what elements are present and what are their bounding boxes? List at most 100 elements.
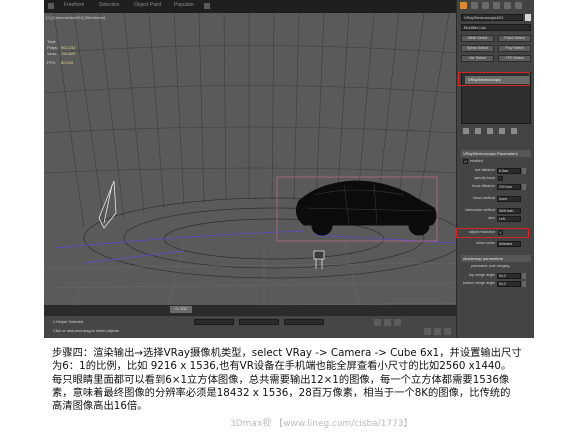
ribbon-bar: Freeform Selection Object Paint Populate [44, 0, 456, 13]
pin-stack-icon[interactable] [463, 128, 469, 134]
poly-select-button[interactable]: Poly Select [498, 45, 531, 52]
param-label: focus distance [472, 184, 495, 188]
param-label: eye distance [474, 168, 495, 172]
rollout-vraystereoscopic-parameters[interactable]: VRayStereoscopic Parameters [461, 150, 531, 157]
status-bar: 1 Helper Selected Click or click-and-dra… [44, 315, 456, 338]
spinner-arrows-icon[interactable] [522, 272, 526, 279]
view-dropdown[interactable]: Left [497, 215, 521, 222]
param-label: bottom merge angle [463, 281, 495, 285]
time-slider[interactable]: 0 / 100 [170, 306, 192, 313]
caption-line: 为6：1的比例，比如 9216 x 1536,也有VR设备在手机端也能全屏查看小… [52, 360, 512, 373]
zoom-icon[interactable] [424, 328, 431, 335]
caption-line: 步骤四：渲染输出→选择VRay摄像机类型，select VRay -> Came… [52, 347, 522, 359]
param-label: enabled [470, 159, 483, 163]
utilities-tab-icon[interactable] [515, 2, 522, 9]
max-screenshot: Freeform Selection Object Paint Populate [44, 0, 534, 338]
param-eye-distance: eye distance 6.5cm [461, 167, 531, 174]
coord-y-field[interactable] [239, 319, 279, 325]
group-panoramic-pole-merging: panoramic pole merging [461, 263, 531, 270]
selection-status: 1 Helper Selected [53, 320, 84, 324]
stat-label: FPS: [47, 60, 56, 65]
ribbon-options-icon[interactable] [204, 3, 210, 9]
remove-modifier-icon[interactable] [499, 128, 505, 134]
show-cones-dropdown[interactable]: Selected [497, 240, 521, 247]
mesh-select-button[interactable]: Mesh Select [461, 35, 494, 42]
wireframe-scene [44, 13, 456, 322]
highlight-adjust-resolution [456, 228, 529, 238]
orbit-icon[interactable] [444, 328, 451, 335]
param-label: interocular method [465, 208, 495, 212]
param-label: top merge angle [469, 273, 495, 277]
specify-focus-checkbox[interactable] [498, 176, 503, 181]
top-merge-angle-spinner[interactable]: 60.0 [497, 272, 521, 279]
modify-tab-icon[interactable] [471, 2, 478, 9]
configure-sets-icon[interactable] [511, 128, 517, 134]
caption-line: 每只眼睛里面都可以看到6×1立方体图像，总共需要输出12×1的图像，每一个立方体… [52, 373, 510, 386]
app-icon[interactable] [48, 3, 54, 9]
modifier-list-dropdown[interactable]: Modifier List [461, 24, 531, 31]
stat-value: 60.049 [61, 60, 74, 65]
viewport-statistics: Total Polys: 963,232 Verts: 759,822 FPS: 60… [47, 39, 75, 66]
command-panel-tabs [460, 2, 532, 10]
param-label: show cones [476, 241, 495, 245]
spinner-arrows-icon[interactable] [522, 183, 526, 190]
play-button[interactable] [384, 319, 391, 326]
coord-x-field[interactable] [194, 319, 234, 325]
spinner-arrows-icon[interactable] [522, 167, 526, 174]
ribbon-tab-freeform[interactable]: Freeform [64, 2, 84, 8]
stat-label: Verts: [47, 51, 58, 56]
motion-tab-icon[interactable] [493, 2, 500, 9]
key-mode-button[interactable] [374, 319, 381, 326]
watermark: 3Dmax视 【www.lineg.com/cisba/1773】 [230, 419, 413, 429]
param-specify-focus: specify focus [461, 175, 531, 182]
param-enabled: ✓ enabled [461, 158, 531, 165]
show-end-result-icon[interactable] [475, 128, 481, 134]
ribbon-tab-object-paint[interactable]: Object Paint [134, 2, 161, 8]
vol-select-button[interactable]: Vol. Select [461, 55, 494, 62]
display-tab-icon[interactable] [504, 2, 511, 9]
ffd-select-button[interactable]: FFD Select [498, 55, 531, 62]
spline-select-button[interactable]: Spline Select [461, 45, 494, 52]
caption-line: 高清图像高出16倍。 [52, 400, 148, 413]
param-show-cones: show cones Selected [461, 240, 531, 247]
patch-select-button[interactable]: Patch Select [498, 35, 531, 42]
object-name-field[interactable]: VRayStereoscopic001 [461, 14, 523, 21]
camera-viewport[interactable]: [+] [CameraView001] [Wireframe] Total Po… [44, 13, 456, 322]
hierarchy-tab-icon[interactable] [482, 2, 489, 9]
coord-z-field[interactable] [284, 319, 324, 325]
pan-icon[interactable] [434, 328, 441, 335]
focus-method-dropdown[interactable]: None [497, 195, 521, 202]
tutorial-caption: 步骤四：渲染输出→选择VRay摄像机类型，select VRay -> Came… [52, 347, 566, 413]
make-unique-icon[interactable] [487, 128, 493, 134]
param-label: focus method [473, 196, 495, 200]
param-focus-distance: focus distance 200.0cm [461, 183, 531, 190]
ribbon-tab-selection[interactable]: Selection [99, 2, 120, 8]
stat-value: 759,822 [61, 51, 76, 56]
group-title: panoramic pole merging [471, 264, 510, 268]
command-panel: VRayStereoscopic001 Modifier List Mesh S… [456, 0, 534, 338]
param-top-merge-angle: top merge angle 60.0 [461, 272, 531, 279]
param-interocular-method: interocular method Shift both [461, 207, 531, 214]
focus-distance-spinner[interactable]: 200.0cm [497, 183, 521, 190]
highlight-stack-item [458, 72, 530, 86]
next-frame-button[interactable] [394, 319, 401, 326]
param-view: view Left [461, 215, 531, 222]
time-slider-track[interactable]: 0 / 100 [44, 305, 456, 315]
stack-toolbar [461, 128, 531, 136]
caption-line: 素，意味着最终图像的分辨率必须是18432 x 1536，28百万像素，相当于一… [52, 386, 511, 399]
param-focus-method: focus method None [461, 195, 531, 202]
viewport-label[interactable]: [+] [CameraView001] [Wireframe] [46, 15, 105, 20]
prompt-line: Click or click-and-drag to select object… [53, 329, 119, 333]
create-tab-icon[interactable] [460, 2, 467, 9]
param-bottom-merge-angle: bottom merge angle 60.0 [461, 280, 531, 287]
param-label: specify focus [474, 176, 495, 180]
interocular-method-dropdown[interactable]: Shift both [497, 207, 521, 214]
enabled-checkbox[interactable]: ✓ [463, 159, 468, 164]
object-color-swatch[interactable] [525, 14, 531, 21]
rollout-shademap-parameters[interactable]: shademap parameters [461, 255, 531, 262]
ribbon-tab-populate[interactable]: Populate [174, 2, 194, 8]
param-label: view [487, 216, 495, 220]
eye-distance-spinner[interactable]: 6.5cm [497, 167, 521, 174]
bottom-merge-angle-spinner[interactable]: 60.0 [497, 280, 521, 287]
spinner-arrows-icon[interactable] [522, 280, 526, 287]
